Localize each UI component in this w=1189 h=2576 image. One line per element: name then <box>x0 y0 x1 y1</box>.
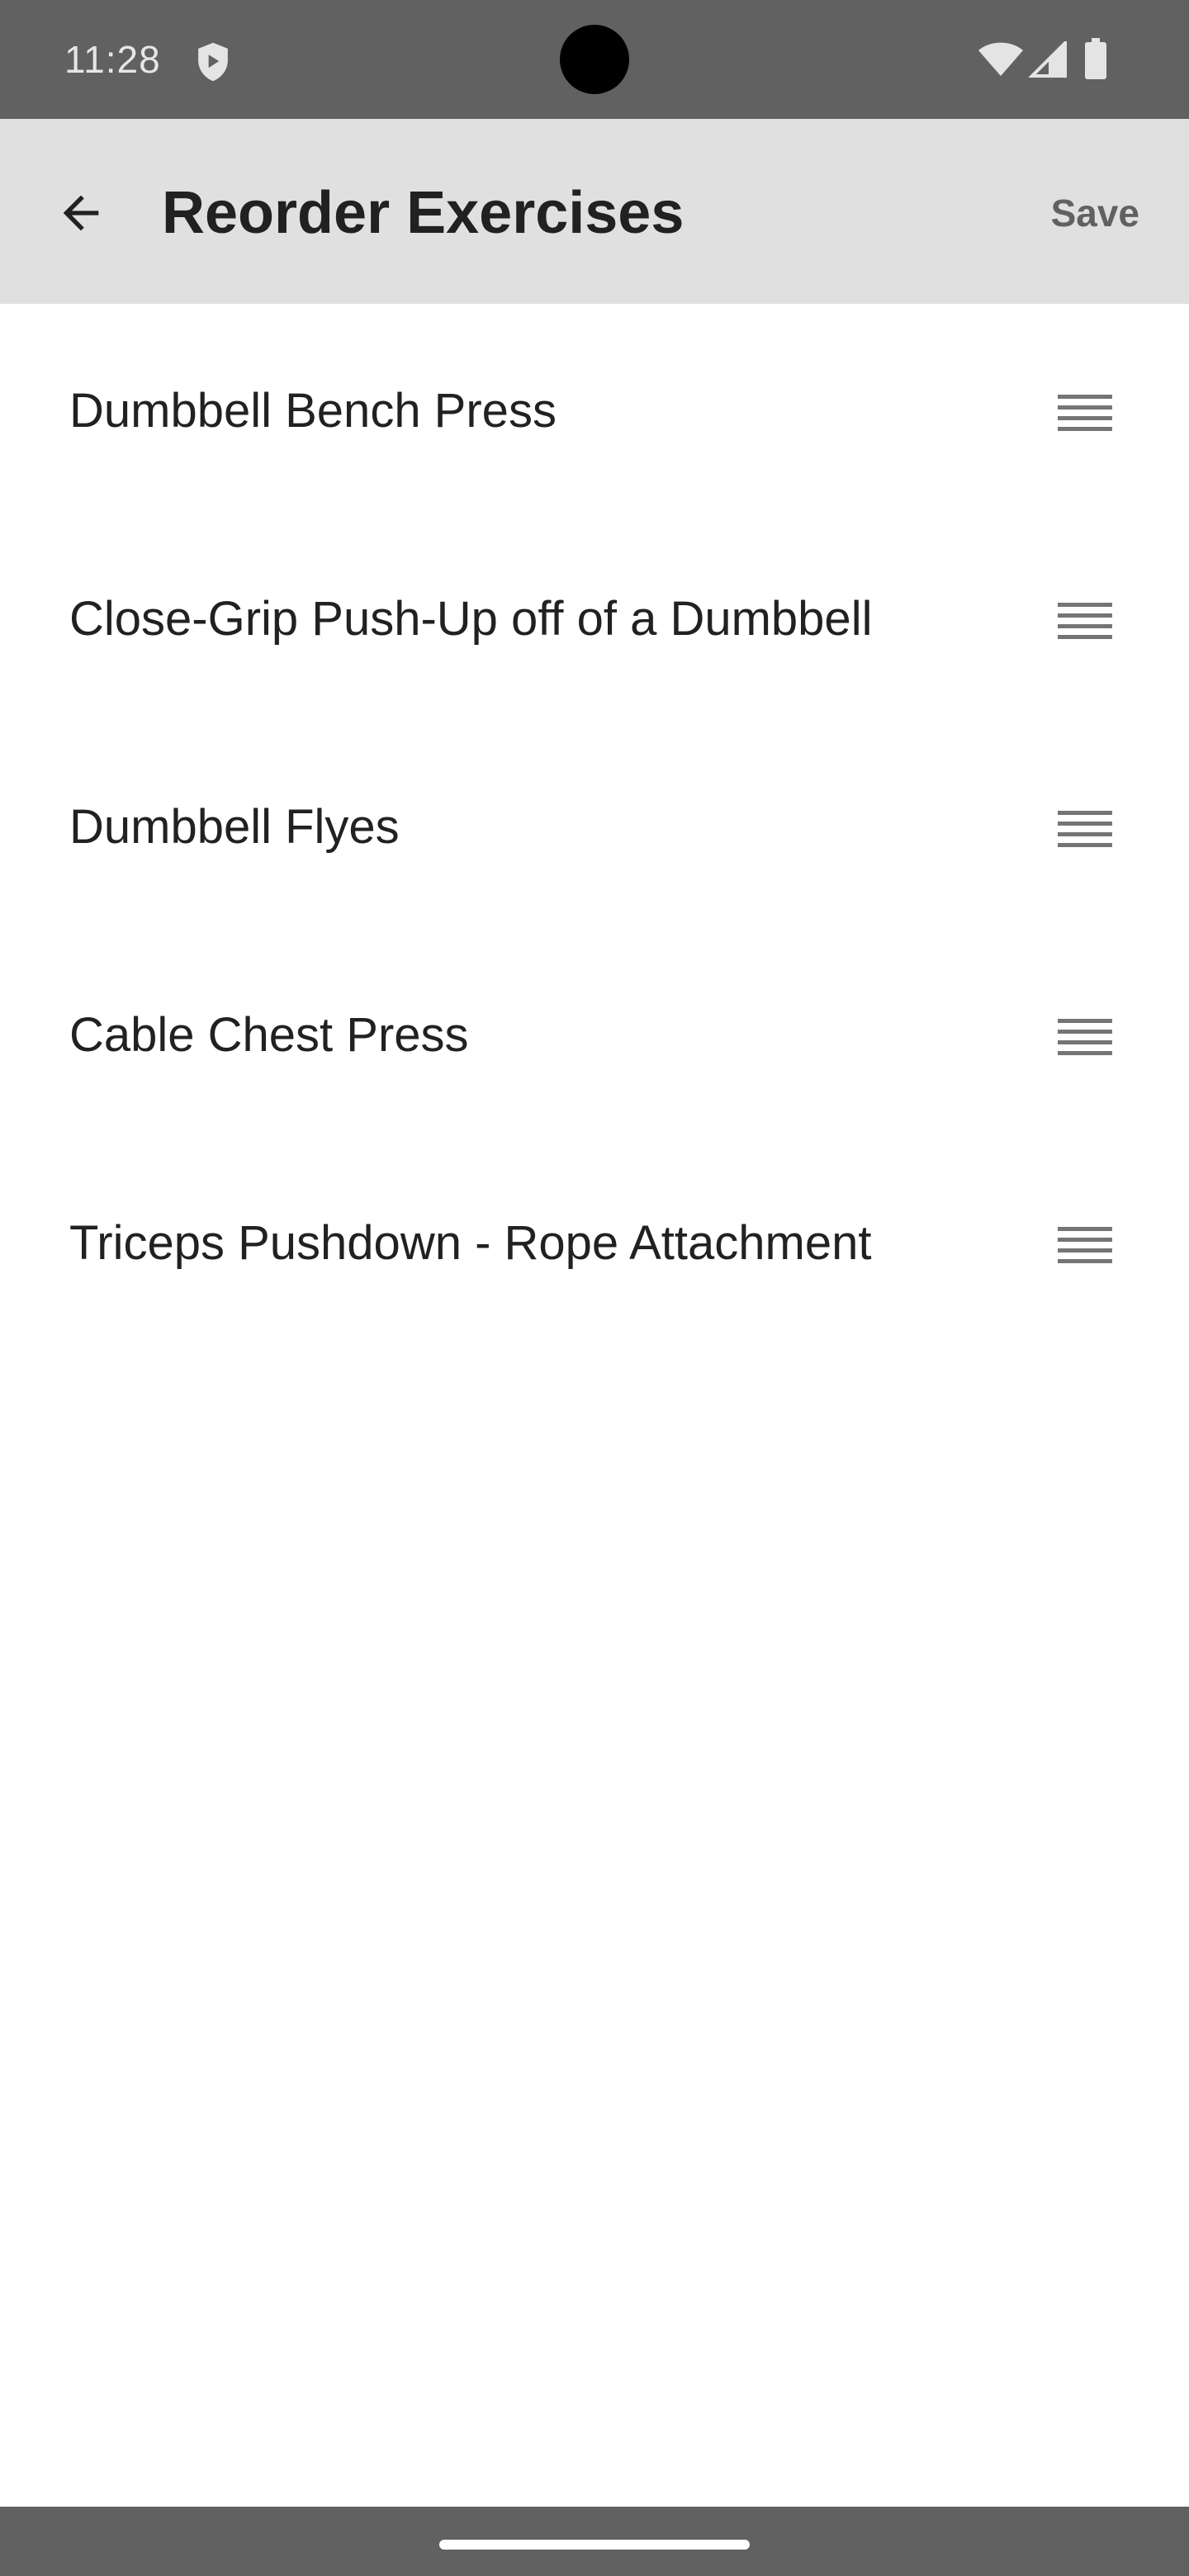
status-time: 11:28 <box>64 38 161 81</box>
battery-icon <box>1085 38 1106 79</box>
app-bar: Reorder Exercises Save <box>0 119 1189 304</box>
arrow-back-icon <box>63 195 99 231</box>
reorder-exercises-screen: 11:28 Reorder Exercises Save Dumbbell Be… <box>0 0 1189 2576</box>
list-item[interactable]: Dumbbell Bench Press <box>0 304 1189 512</box>
exercise-label: Cable Chest Press <box>69 1008 469 1062</box>
shield-icon <box>198 42 228 82</box>
back-button[interactable] <box>38 170 124 256</box>
exercise-list: Dumbbell Bench Press Close-Grip Push-Up … <box>0 304 1189 1344</box>
drag-handle-icon[interactable] <box>1049 1001 1121 1073</box>
drag-handle-icon[interactable] <box>1049 585 1121 657</box>
cellular-signal-icon <box>1029 41 1067 78</box>
navigation-bar <box>0 2507 1189 2576</box>
list-item[interactable]: Close-Grip Push-Up off of a Dumbbell <box>0 512 1189 720</box>
drag-handle-icon[interactable] <box>1049 1209 1121 1281</box>
drag-handle-icon[interactable] <box>1049 376 1121 449</box>
list-item[interactable]: Dumbbell Flyes <box>0 720 1189 928</box>
exercise-label: Dumbbell Bench Press <box>69 384 557 438</box>
exercise-label: Close-Grip Push-Up off of a Dumbbell <box>69 592 873 646</box>
exercise-label: Dumbbell Flyes <box>69 800 400 854</box>
exercise-label: Triceps Pushdown - Rope Attachment <box>69 1216 872 1270</box>
drag-handle-icon[interactable] <box>1049 793 1121 865</box>
wifi-icon <box>978 42 1023 76</box>
save-button[interactable]: Save <box>1051 188 1139 238</box>
camera-cutout <box>560 25 629 94</box>
list-item[interactable]: Cable Chest Press <box>0 928 1189 1136</box>
page-title: Reorder Exercises <box>162 180 685 246</box>
home-indicator[interactable] <box>439 2540 750 2550</box>
list-item[interactable]: Triceps Pushdown - Rope Attachment <box>0 1136 1189 1344</box>
status-bar: 11:28 <box>0 0 1189 119</box>
